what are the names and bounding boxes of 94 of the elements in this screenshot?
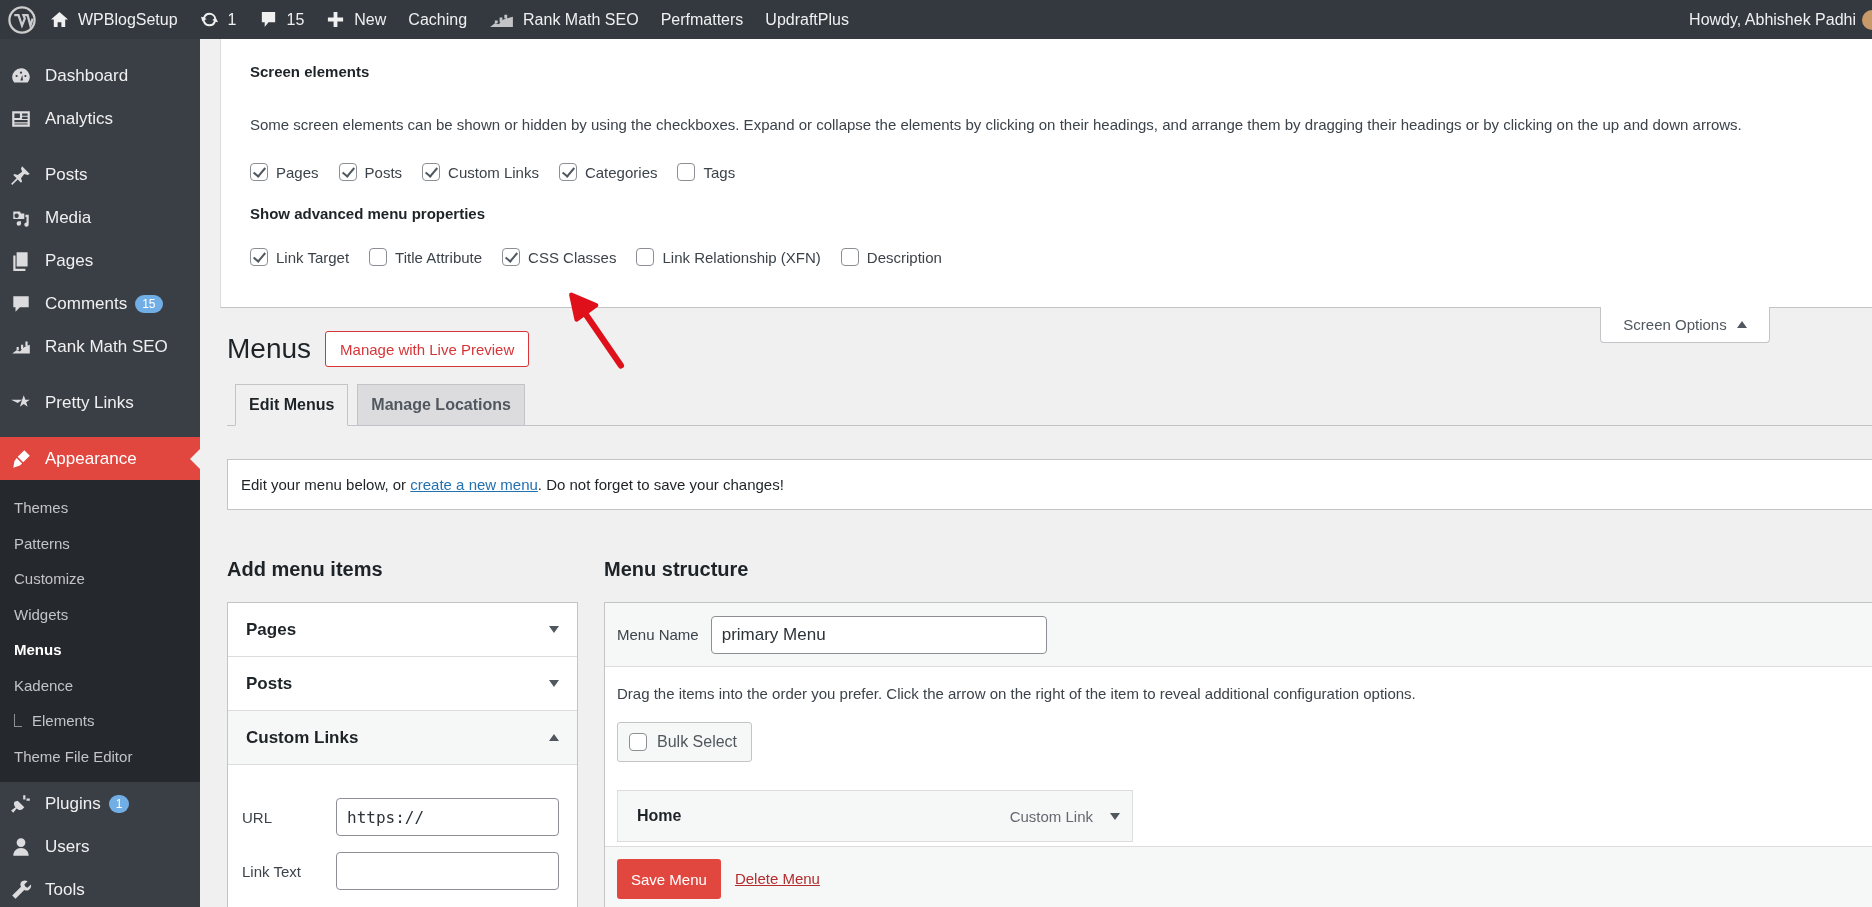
sidebar-item[interactable]: Tools	[0, 868, 200, 907]
menu-item-title: Home	[637, 807, 683, 825]
caret-icon	[1110, 812, 1120, 820]
wordpress-logo-icon[interactable]	[8, 5, 36, 34]
sidebar-item[interactable]: Media	[0, 196, 200, 239]
checkbox[interactable]	[369, 248, 388, 266]
checkbox-option[interactable]: Custom Links	[422, 163, 539, 181]
sidebar-item[interactable]: Users	[0, 825, 200, 868]
checkbox[interactable]	[250, 163, 268, 181]
checkbox-option[interactable]: Categories	[558, 163, 658, 181]
sidebar-item[interactable]: Appearance	[0, 437, 200, 480]
section-heading: Show advanced menu properties	[250, 205, 487, 222]
description: Some screen elements can be shown or hidden by using the checkboxes. Expand or collapse the elements by clicking on their headings, and arrange them by dragging their headings or by clicking on the up and down arrows.	[250, 115, 1743, 135]
bulk-select-button[interactable]: Bulk Select	[617, 722, 753, 762]
sidebar-item[interactable]: Plugins 1	[0, 782, 200, 825]
menu-item-bar[interactable]: Home Custom Link	[617, 790, 1133, 842]
admin-bar-item[interactable]: WPBlogSetup	[50, 10, 178, 29]
admin-bar-item[interactable]: New	[326, 10, 387, 29]
save-menu-button[interactable]: Save Menu	[617, 859, 721, 899]
submenu-item[interactable]: Customize	[0, 561, 200, 597]
page-title: Menus	[227, 333, 312, 365]
checkbox-option[interactable]: CSS Classes	[502, 248, 617, 266]
checkbox[interactable]	[629, 733, 647, 751]
checkbox-option[interactable]: Link Target	[250, 248, 350, 266]
home-icon	[50, 10, 69, 29]
checkbox-option[interactable]: Description	[840, 248, 942, 266]
plus-icon	[326, 10, 346, 29]
admin-bar-item[interactable]: Perfmatters	[660, 10, 744, 29]
wrench-icon	[10, 878, 32, 901]
instructions-text: Drag the items into the order you prefer. Click the arrow on the right of the item to reveal additional configuration options.	[617, 685, 1417, 702]
sidebar-item[interactable]: Pretty Links	[0, 381, 200, 424]
caret-icon	[549, 734, 559, 741]
section-heading: Screen elements	[250, 63, 371, 80]
tab[interactable]: Manage Locations	[357, 384, 525, 426]
sidebar-item[interactable]: Comments 15	[0, 282, 200, 325]
section-heading: Add menu items	[227, 558, 384, 582]
user-icon	[10, 835, 32, 858]
caret-icon	[549, 626, 559, 633]
admin-bar-item[interactable]: Rank Math SEO	[489, 10, 639, 29]
field-label: Menu Name	[617, 626, 699, 643]
checkbox-option[interactable]: Pages	[250, 163, 319, 181]
sidebar-item[interactable]: Analytics	[0, 97, 200, 140]
menu-item-type: Custom Link	[1009, 807, 1093, 825]
live-preview-button[interactable]: Manage with Live Preview	[325, 331, 530, 367]
checkbox[interactable]	[558, 163, 577, 181]
refresh-icon	[199, 10, 219, 29]
caret-icon	[1736, 321, 1747, 328]
plug-icon	[10, 792, 32, 815]
field-label: Link Text	[242, 862, 301, 880]
submenu-item[interactable]: Theme File Editor	[0, 738, 200, 774]
checkbox[interactable]	[677, 163, 696, 181]
screen-options-toggle[interactable]: Screen Options	[1600, 307, 1770, 343]
field-label: URL	[242, 808, 272, 826]
avatar[interactable]	[1862, 9, 1872, 30]
submenu-item[interactable]: Widgets	[0, 596, 200, 632]
checkbox-option[interactable]: Tags	[677, 163, 736, 181]
tab[interactable]: Edit Menus	[235, 384, 349, 426]
caret-icon	[549, 680, 559, 687]
sidebar-item[interactable]: Pages	[0, 239, 200, 282]
checkbox[interactable]	[502, 248, 521, 266]
checkbox[interactable]	[338, 163, 357, 181]
admin-bar-item[interactable]: 1	[199, 10, 237, 29]
submenu-item[interactable]: Elements	[0, 703, 200, 739]
submenu-item[interactable]: Menus	[0, 632, 200, 668]
section-heading: Menu structure	[604, 558, 750, 582]
sidebar-item[interactable]: Rank Math SEO	[0, 325, 200, 368]
delete-menu-link[interactable]: Delete Menu	[734, 859, 820, 899]
sidebar-item[interactable]: Dashboard	[0, 54, 200, 97]
checkbox-option[interactable]: Link Relationship (XFN)	[636, 248, 821, 266]
admin-bar-item[interactable]: UpdraftPlus	[765, 10, 849, 29]
url-field[interactable]: https://	[336, 798, 559, 836]
account-greeting[interactable]: Howdy, Abhishek Padhi	[1689, 10, 1856, 29]
count-badge: 15	[135, 294, 163, 313]
checkbox[interactable]	[840, 248, 859, 266]
brush-icon	[10, 447, 32, 470]
child-arrow-icon	[14, 714, 22, 728]
menu-name-field[interactable]: primary Menu	[710, 615, 1047, 654]
current-pointer-icon	[190, 449, 200, 469]
create-menu-link[interactable]: create a new menu	[410, 476, 538, 493]
submenu-item[interactable]: Kadence	[0, 667, 200, 703]
notice-text: Edit your menu below, or create a new menu. Do not forget to save your changes!	[241, 476, 784, 493]
checkbox-option[interactable]: Title Attribute	[369, 248, 483, 266]
checkbox-option[interactable]: Posts	[338, 163, 403, 181]
checkbox[interactable]	[422, 163, 441, 181]
sidebar-item[interactable]: Posts	[0, 153, 200, 196]
accordion-header[interactable]: Custom Links	[228, 711, 577, 765]
submenu-item[interactable]: Themes	[0, 490, 200, 526]
admin-bar-item[interactable]: Caching	[408, 10, 468, 29]
checkbox[interactable]	[250, 248, 268, 266]
admin-bar-item[interactable]: 15	[258, 10, 305, 29]
submenu-item[interactable]: Patterns	[0, 525, 200, 561]
checkbox[interactable]	[636, 248, 655, 266]
count-badge: 1	[108, 794, 130, 813]
link-text-field[interactable]	[336, 852, 559, 890]
